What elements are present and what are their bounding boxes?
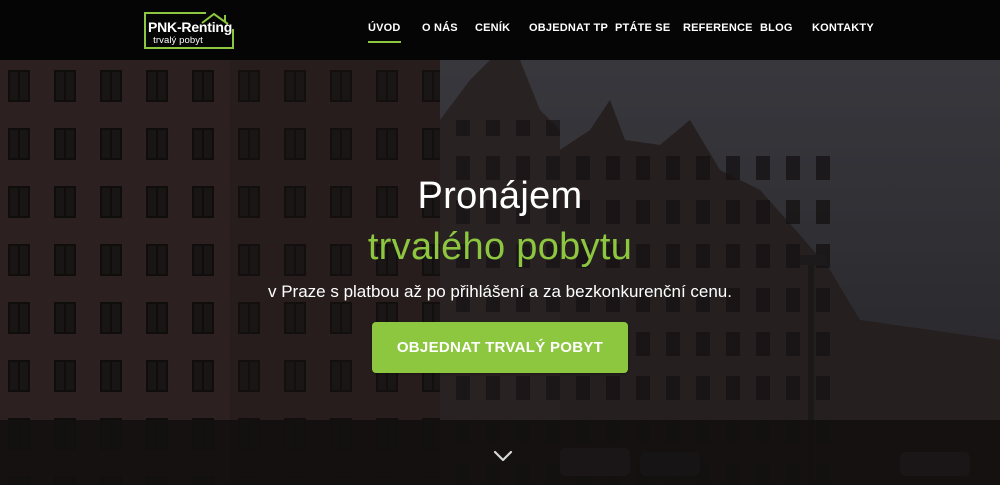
nav-item-blog[interactable]: BLOG: [760, 22, 793, 40]
nav-item-cenik[interactable]: CENÍK: [475, 22, 510, 40]
nav-item-uvod[interactable]: ÚVOD: [368, 22, 401, 43]
chevron-down-icon[interactable]: [492, 448, 514, 464]
order-permanent-residence-button[interactable]: OBJEDNAT TRVALÝ POBYT: [372, 322, 628, 373]
main-menu: ÚVOD O NÁS CENÍK OBJEDNAT TP PTÁTE SE RE…: [0, 0, 1000, 60]
nav-item-reference[interactable]: REFERENCE: [683, 22, 753, 40]
nav-item-objednat-tp[interactable]: OBJEDNAT TP: [529, 22, 608, 40]
nav-item-kontakty[interactable]: KONTAKTY: [812, 22, 874, 40]
hero-subtitle: v Praze s platbou až po přihlášení a za …: [267, 282, 732, 301]
page: PNK-Renting trvalý pobyt ÚVOD O NÁS CENÍ…: [0, 0, 1000, 485]
hero-content: Pronájem trvalého pobytu v Praze s platb…: [0, 60, 1000, 485]
hero-section: Pronájem trvalého pobytu v Praze s platb…: [0, 60, 1000, 485]
hero-title-line1: Pronájem: [417, 175, 583, 217]
nav-item-ptate-se[interactable]: PTÁTE SE: [615, 22, 670, 40]
hero-title-line2: trvalého pobytu: [367, 226, 633, 268]
navbar: PNK-Renting trvalý pobyt ÚVOD O NÁS CENÍ…: [0, 0, 1000, 60]
nav-item-o-nas[interactable]: O NÁS: [422, 22, 458, 40]
